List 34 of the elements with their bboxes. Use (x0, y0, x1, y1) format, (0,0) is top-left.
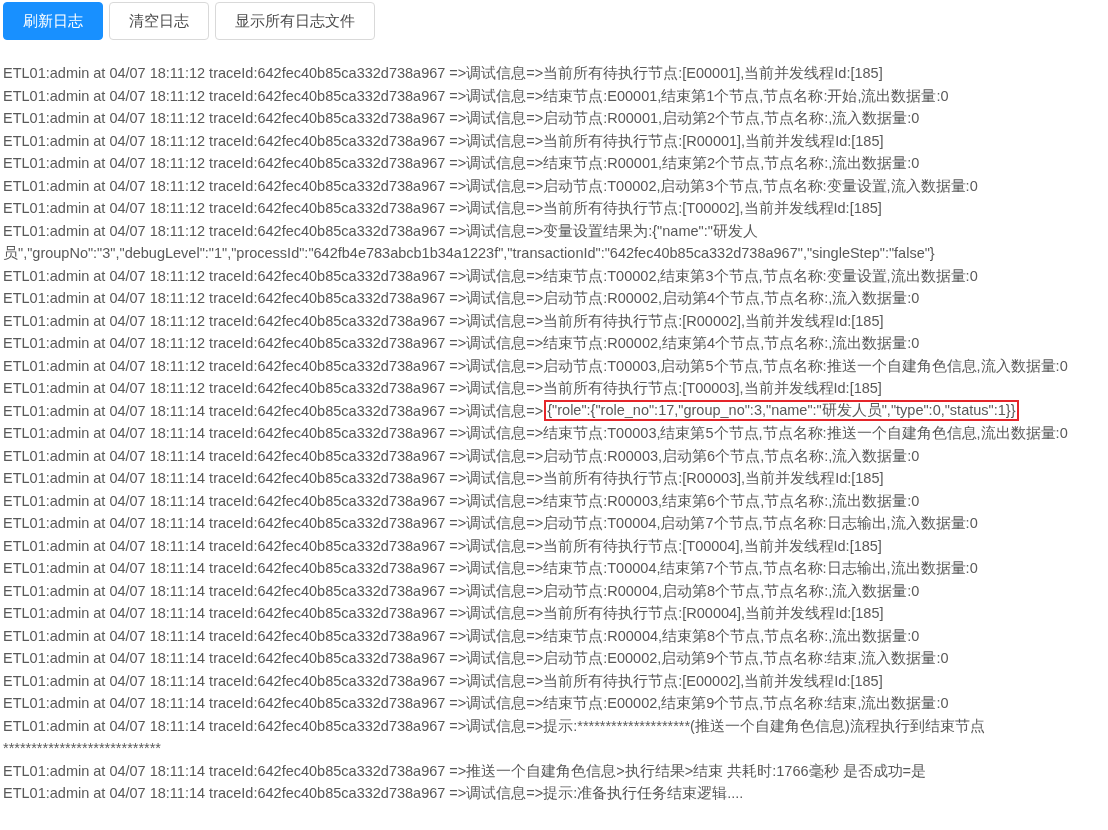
log-line: ETL01:admin at 04/07 18:11:12 traceId:642fec40b85ca332d738a967 =>调试信息=>变量设置结果为:{"name":"研发人员","groupNo":"3","debugLevel":"1","processId":"642fb4e783abcb1b34a1223f","transactionId":"642fec40b85ca332d738a967","singleStep":"false"} (3, 221, 936, 263)
log-line: ETL01:admin at 04/07 18:11:12 traceId:642fec40b85ca332d738a967 =>调试信息=>启动节点:R00001,启动第2个节点,节点名称:,流入数据量:0 (3, 109, 921, 128)
log-line: ETL01:admin at 04/07 18:11:12 traceId:642fec40b85ca332d738a967 =>调试信息=>当前所有待执行节点:[E00001],当前并发线程Id:[185] (3, 64, 884, 83)
log-line: ETL01:admin at 04/07 18:11:12 traceId:642fec40b85ca332d738a967 =>调试信息=>启动节点:T00002,启动第3个节点,节点名称:变量设置,流入数据量:0 (3, 176, 979, 196)
log-line: ETL01:admin at 04/07 18:11:14 traceId:642fec40b85ca332d738a967 =>调试信息=>当前所有待执行节点:[R00004],当前并发线程Id:[185] (3, 604, 885, 623)
log-line: ETL01:admin at 04/07 18:11:14 traceId:642fec40b85ca332d738a967 =>调试信息=>结束节点:E00002,结束第9个节点,节点名称:结束,流出数据量:0 (3, 694, 950, 713)
log-line: ETL01:admin at 04/07 18:11:14 traceId:642fec40b85ca332d738a967 =>调试信息=>启动节点:R00003,启动第6个节点,节点名称:,流入数据量:0 (3, 446, 921, 466)
log-line: ETL01:admin at 04/07 18:11:14 traceId:642fec40b85ca332d738a967 =>调试信息=>启动节点:T00004,启动第7个节点,节点名称:日志输出,流入数据量:0 (3, 514, 979, 533)
log-line: ETL01:admin at 04/07 18:11:14 traceId:642fec40b85ca332d738a967 =>调试信息=>启动节点:R00004,启动第8个节点,节点名称:,流入数据量:0 (3, 581, 921, 601)
log-line: ETL01:admin at 04/07 18:11:14 traceId:642fec40b85ca332d738a967 =>调试信息=>结束节点:T00003,结束第5个节点,节点名称:推送一个自建角色信息,流出数据量:0 (3, 424, 1069, 443)
log-line: ETL01:admin at 04/07 18:11:12 traceId:642fec40b85ca332d738a967 =>调试信息=>当前所有待执行节点:[R00002],当前并发线程Id:[185] (3, 311, 885, 331)
highlighted-log-text: {"role":{"role_no":17,"group_no":3,"name":"研发人员","type":0,"status":1}} (544, 400, 1020, 422)
log-line: ETL01:admin at 04/07 18:11:12 traceId:642fec40b85ca332d738a967 =>调试信息=>结束节点:R00001,结束第2个节点,节点名称:,流出数据量:0 (3, 154, 921, 173)
log-line: ETL01:admin at 04/07 18:11:12 traceId:642fec40b85ca332d738a967 =>调试信息=>启动节点:T00003,启动第5个节点,节点名称:推送一个自建角色信息,流入数据量:0 (3, 356, 1069, 376)
log-line: ETL01:admin at 04/07 18:11:14 traceId:642fec40b85ca332d738a967 =>调试信息=>结束节点:R00003,结束第6个节点,节点名称:,流出数据量:0 (3, 491, 921, 511)
log-line: ETL01:admin at 04/07 18:11:12 traceId:642fec40b85ca332d738a967 =>调试信息=>结束节点:T00002,结束第3个节点,节点名称:变量设置,流出数据量:0 (3, 266, 979, 286)
log-line: ETL01:admin at 04/07 18:11:14 traceId:642fec40b85ca332d738a967 =>调试信息=>当前所有待执行节点:[R00003],当前并发线程Id:[185] (3, 469, 885, 488)
log-line: ETL01:admin at 04/07 18:11:12 traceId:642fec40b85ca332d738a967 =>调试信息=>结束节点:R00002,结束第4个节点,节点名称:,流出数据量:0 (3, 334, 921, 353)
show-log-files-button[interactable]: 显示所有日志文件 (215, 2, 375, 40)
log-line: ETL01:admin at 04/07 18:11:12 traceId:642fec40b85ca332d738a967 =>调试信息=>启动节点:R00002,启动第4个节点,节点名称:,流入数据量:0 (3, 289, 921, 308)
log-line: ETL01:admin at 04/07 18:11:14 traceId:642fec40b85ca332d738a967 =>调试信息=>结束节点:T00004,结束第7个节点,节点名称:日志输出,流出数据量:0 (3, 559, 979, 578)
log-line: ETL01:admin at 04/07 18:11:12 traceId:642fec40b85ca332d738a967 =>调试信息=>当前所有待执行节点:[T00002],当前并发线程Id:[185] (3, 199, 883, 218)
log-line: ETL01:admin at 04/07 18:11:12 traceId:642fec40b85ca332d738a967 =>调试信息=>结束节点:E00001,结束第1个节点,节点名称:开始,流出数据量:0 (3, 86, 950, 106)
log-line: ETL01:admin at 04/07 18:11:14 traceId:642fec40b85ca332d738a967 =>调试信息=>提示:准备执行任务结束逻辑.... (3, 784, 745, 803)
clear-log-button[interactable]: 清空日志 (109, 2, 209, 40)
log-line: ETL01:admin at 04/07 18:11:14 traceId:642fec40b85ca332d738a967 =>调试信息=>启动节点:E00002,启动第9个节点,节点名称:结束,流入数据量:0 (3, 649, 950, 668)
log-line: ETL01:admin at 04/07 18:11:14 traceId:642fec40b85ca332d738a967 =>调试信息=>提示:********************(推送一个自建角色信息)流程执行到结束节点**************************** (3, 716, 986, 758)
log-line: ETL01:admin at 04/07 18:11:12 traceId:642fec40b85ca332d738a967 =>调试信息=>当前所有待执行节点:[R00001],当前并发线程Id:[185] (3, 131, 885, 151)
log-line: ETL01:admin at 04/07 18:11:14 traceId:642fec40b85ca332d738a967 =>调试信息=>结束节点:R00004,结束第8个节点,节点名称:,流出数据量:0 (3, 626, 921, 646)
log-line: ETL01:admin at 04/07 18:11:14 traceId:642fec40b85ca332d738a967 =>调试信息=>当前所有待执行节点:[T00004],当前并发线程Id:[185] (3, 536, 883, 556)
log-line: ETL01:admin at 04/07 18:11:14 traceId:642fec40b85ca332d738a967 =>推送一个自建角色信息>执行结果>结束 共耗时:1766毫秒 是否成功=是 (3, 761, 928, 781)
log-line: ETL01:admin at 04/07 18:11:14 traceId:642fec40b85ca332d738a967 =>调试信息=>当前所有待执行节点:[E00002],当前并发线程Id:[185] (3, 671, 884, 691)
log-line: ETL01:admin at 04/07 18:11:12 traceId:642fec40b85ca332d738a967 =>调试信息=>当前所有待执行节点:[T00003],当前并发线程Id:[185] (3, 379, 883, 398)
log-line: ETL01:admin at 04/07 18:11:14 traceId:642fec40b85ca332d738a967 =>调试信息=> (3, 401, 544, 421)
